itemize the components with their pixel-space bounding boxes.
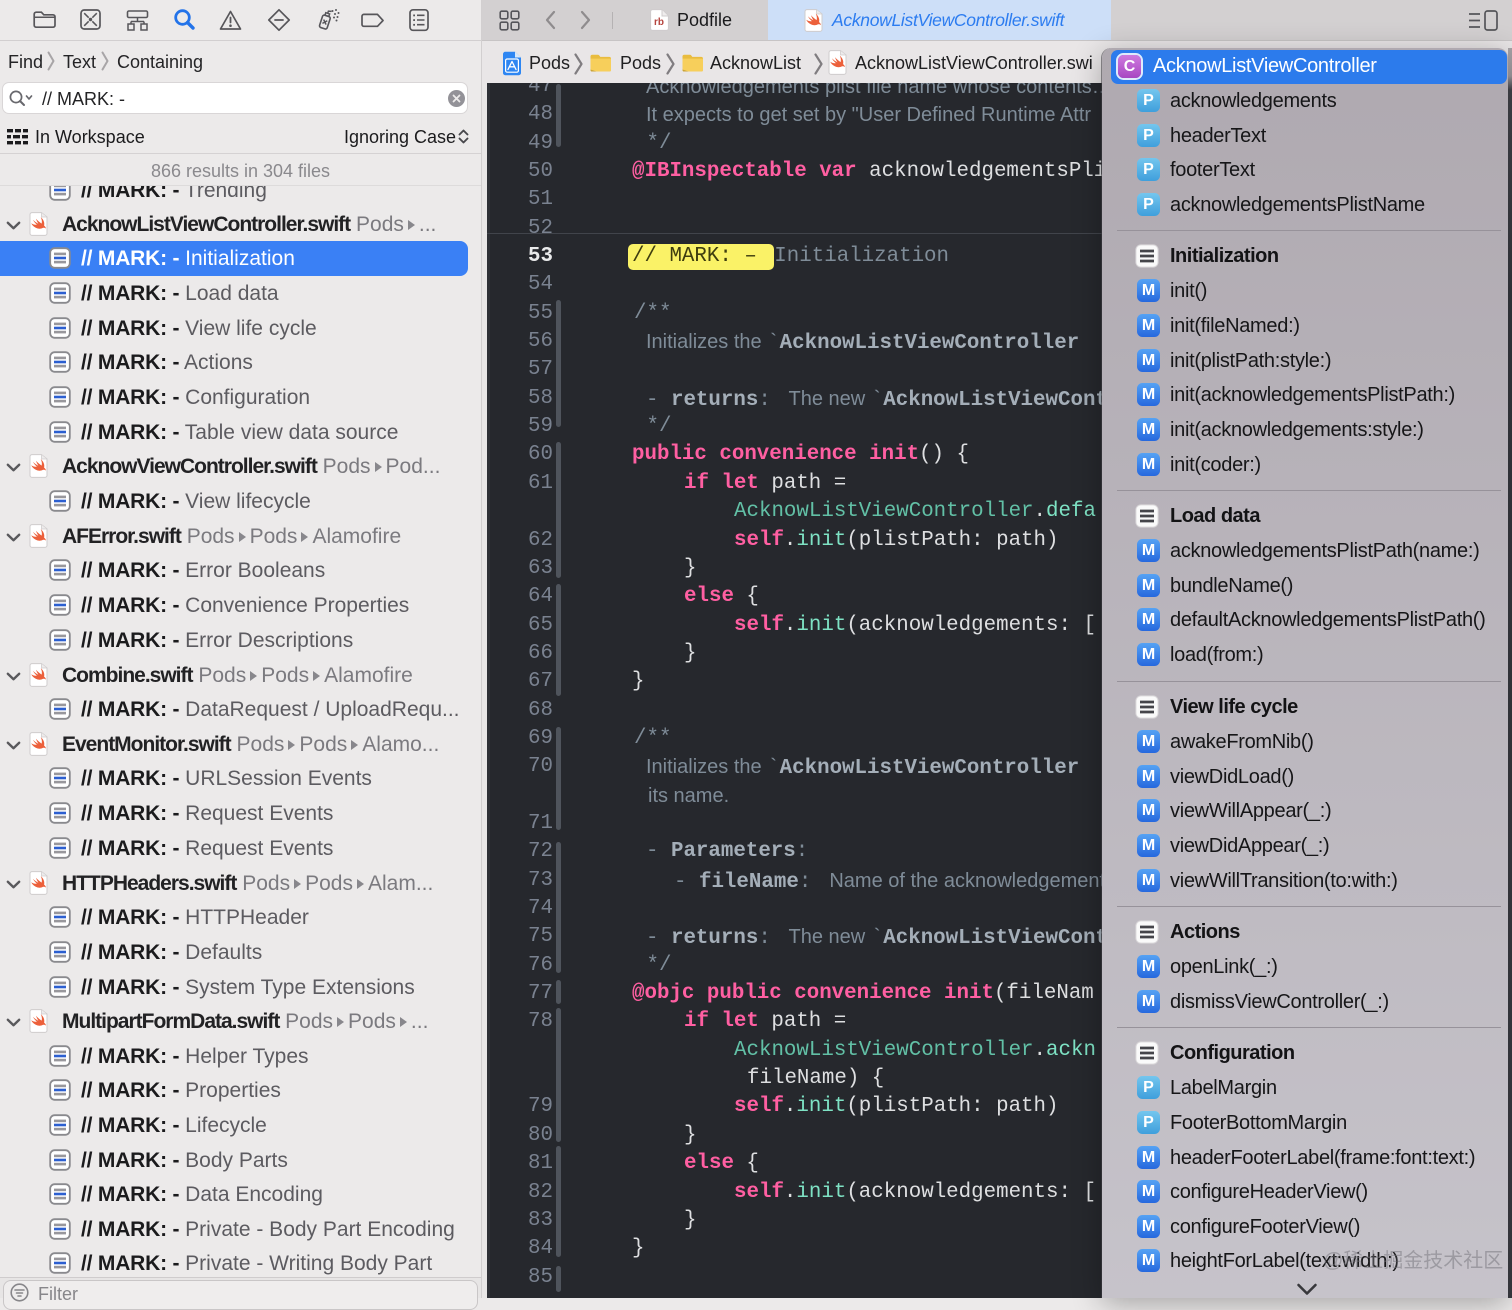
svg-text:rb: rb: [654, 17, 664, 28]
